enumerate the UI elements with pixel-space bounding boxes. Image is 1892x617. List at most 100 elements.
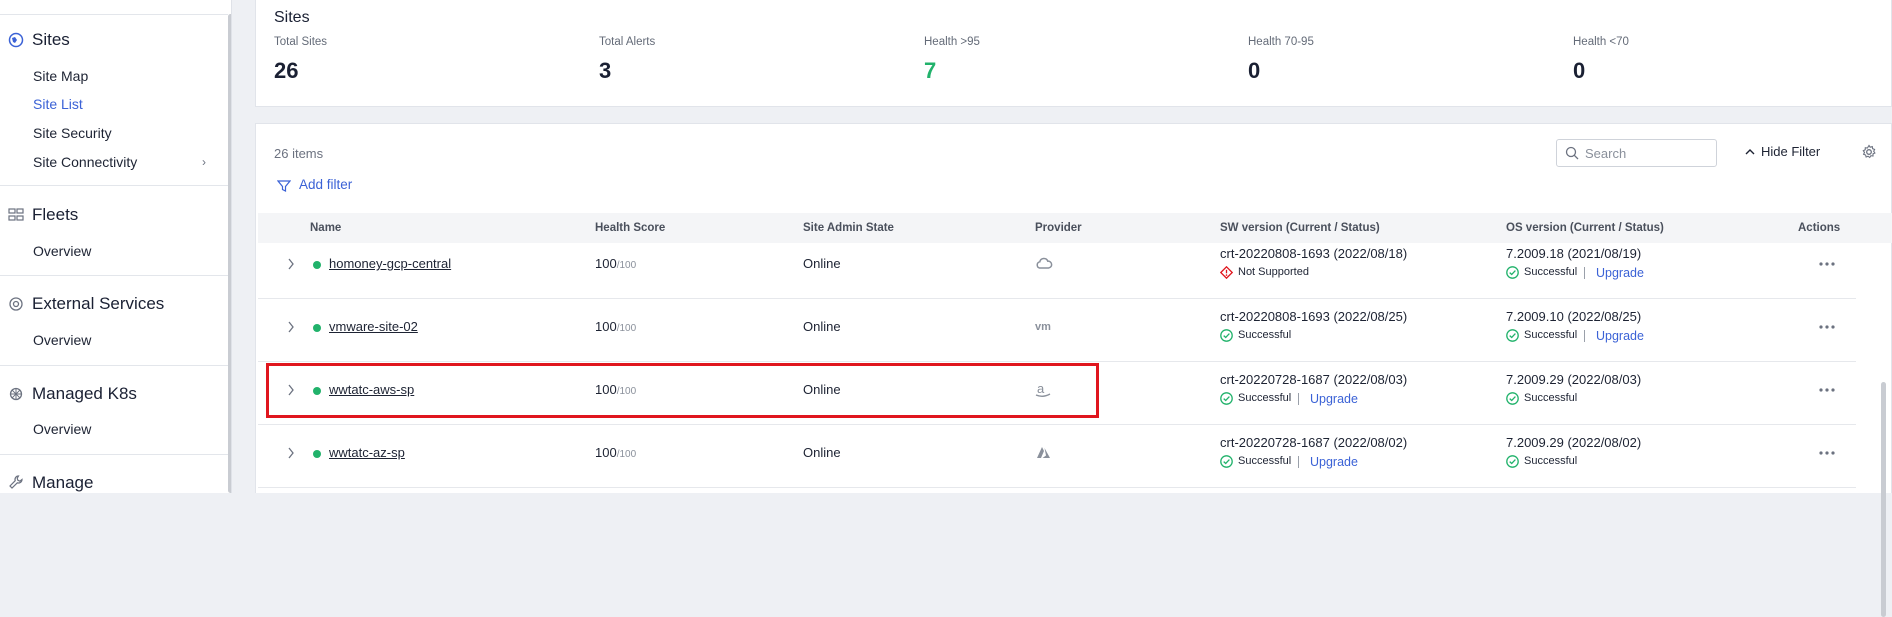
table-row-selected[interactable]: wwtatc-aws-sp 100/100 Online a crt-20220… (258, 362, 1856, 425)
score-max: /100 (616, 260, 637, 271)
more-actions-icon[interactable] (1819, 262, 1835, 266)
more-actions-icon[interactable] (1819, 388, 1835, 392)
svg-text:a: a (1037, 382, 1045, 396)
sidebar-section-title[interactable]: Fleets (32, 205, 78, 225)
stat-health-below-70: Health <70 0 (1573, 36, 1629, 84)
admin-state: Online (803, 382, 841, 397)
globe-icon (8, 32, 24, 48)
chevron-right-icon[interactable] (287, 447, 295, 459)
chevron-up-icon[interactable] (1745, 148, 1755, 156)
sw-version: crt-20220808-1693 (2022/08/25) (1220, 309, 1408, 324)
sites-summary-card: Sites Total Sites 26 Total Alerts 3 Heal… (255, 0, 1892, 107)
health-score: 100/100 (595, 256, 636, 271)
stat-health-above-95: Health >95 7 (924, 36, 980, 84)
external-services-icon (9, 297, 23, 311)
items-count: 26 items (274, 146, 324, 161)
os-upgrade-link[interactable]: Upgrade (1596, 266, 1644, 280)
column-header-os-version[interactable]: OS version (Current / Status) (1506, 222, 1664, 234)
separator (1584, 330, 1585, 342)
sidebar-divider (0, 275, 228, 276)
separator (1298, 456, 1299, 468)
check-circle-icon (1220, 329, 1233, 342)
more-actions-icon[interactable] (1819, 451, 1835, 455)
sidebar-section-title[interactable]: Sites (32, 30, 70, 50)
site-name-link[interactable]: wwtatc-az-sp (329, 445, 405, 460)
score-max: /100 (616, 386, 637, 397)
table-row[interactable]: vmware-site-02 100/100 Online vm crt-202… (258, 299, 1856, 362)
cloud-icon (1036, 257, 1053, 269)
wrench-icon (9, 475, 23, 489)
filter-icon[interactable] (277, 179, 291, 193)
health-score: 100/100 (595, 445, 636, 460)
stat-health-70-95: Health 70-95 0 (1248, 36, 1314, 84)
error-diamond-icon (1220, 266, 1233, 279)
more-actions-icon[interactable] (1819, 325, 1835, 329)
table-scrollbar[interactable] (1881, 382, 1886, 617)
site-name-link[interactable]: vmware-site-02 (329, 319, 418, 334)
column-header-admin-state[interactable]: Site Admin State (803, 222, 894, 234)
admin-state: Online (803, 319, 841, 334)
sw-status: Not Supported (1238, 266, 1309, 278)
search-box[interactable] (1556, 139, 1717, 167)
sidebar-divider (0, 185, 228, 186)
search-icon (1565, 146, 1579, 160)
stat-label: Health <70 (1573, 36, 1629, 48)
score-value: 100 (595, 256, 617, 271)
stat-value: 3 (599, 58, 612, 83)
score-value: 100 (595, 382, 617, 397)
sidebar-section-title[interactable]: Manage (32, 473, 93, 493)
svg-text:vm: vm (1035, 321, 1051, 333)
sidebar-divider (0, 454, 228, 455)
sw-status: Successful (1238, 455, 1292, 467)
sidebar-scrollbar[interactable] (228, 14, 231, 493)
chevron-right-icon[interactable]: › (202, 155, 206, 169)
sidebar-section-title[interactable]: External Services (32, 294, 164, 314)
gear-icon[interactable] (1861, 144, 1877, 160)
stat-value: 0 (1573, 58, 1586, 83)
sw-upgrade-link[interactable]: Upgrade (1310, 392, 1358, 406)
table-row[interactable]: wwtatc-az-sp 100/100 Online crt-20220728… (258, 425, 1856, 488)
chevron-right-icon[interactable] (287, 258, 295, 270)
sw-version: crt-20220728-1687 (2022/08/03) (1220, 372, 1408, 387)
chevron-right-icon[interactable] (287, 384, 295, 396)
sidebar-item-k8s-overview[interactable]: Overview (33, 421, 91, 437)
sidebar-item-site-list[interactable]: Site List (33, 96, 83, 112)
column-header-sw-version[interactable]: SW version (Current / Status) (1220, 222, 1380, 234)
score-max: /100 (616, 323, 637, 334)
chevron-right-icon[interactable] (287, 321, 295, 333)
stat-label: Total Alerts (599, 36, 656, 48)
status-dot (313, 261, 321, 269)
main-content: Sites Total Sites 26 Total Alerts 3 Heal… (255, 0, 1892, 617)
site-name-link[interactable]: homoney-gcp-central (329, 256, 451, 271)
search-input[interactable] (1585, 144, 1710, 162)
sidebar-item-fleets-overview[interactable]: Overview (33, 243, 91, 259)
sidebar-item-site-map[interactable]: Site Map (33, 68, 88, 84)
table-row[interactable]: homoney-gcp-central 100/100 Online crt-2… (258, 236, 1856, 299)
check-circle-icon (1506, 455, 1519, 468)
check-circle-icon (1220, 392, 1233, 405)
add-filter-link[interactable]: Add filter (299, 177, 352, 192)
stat-label: Health >95 (924, 36, 980, 48)
status-dot (313, 387, 321, 395)
sidebar-section-title[interactable]: Managed K8s (32, 384, 137, 404)
score-max: /100 (616, 449, 637, 460)
os-status: Successful (1524, 329, 1578, 341)
sidebar: Sites Site Map Site List Site Security S… (0, 0, 232, 493)
sidebar-item-external-services-overview[interactable]: Overview (33, 332, 91, 348)
os-upgrade-link[interactable]: Upgrade (1596, 329, 1644, 343)
column-header-provider[interactable]: Provider (1035, 222, 1082, 234)
site-name-link[interactable]: wwtatc-aws-sp (329, 382, 414, 397)
column-header-health-score[interactable]: Health Score (595, 222, 665, 234)
page-title: Sites (274, 9, 310, 26)
vmware-icon: vm (1035, 321, 1051, 333)
sw-upgrade-link[interactable]: Upgrade (1310, 455, 1358, 469)
sidebar-divider (0, 365, 228, 366)
health-score: 100/100 (595, 319, 636, 334)
sw-status: Successful (1238, 392, 1292, 404)
sidebar-item-site-connectivity[interactable]: Site Connectivity (33, 154, 137, 170)
column-header-name[interactable]: Name (310, 222, 341, 234)
check-circle-icon (1506, 329, 1519, 342)
sidebar-item-site-security[interactable]: Site Security (33, 125, 112, 141)
hide-filter-button[interactable]: Hide Filter (1761, 144, 1820, 159)
health-score: 100/100 (595, 382, 636, 397)
